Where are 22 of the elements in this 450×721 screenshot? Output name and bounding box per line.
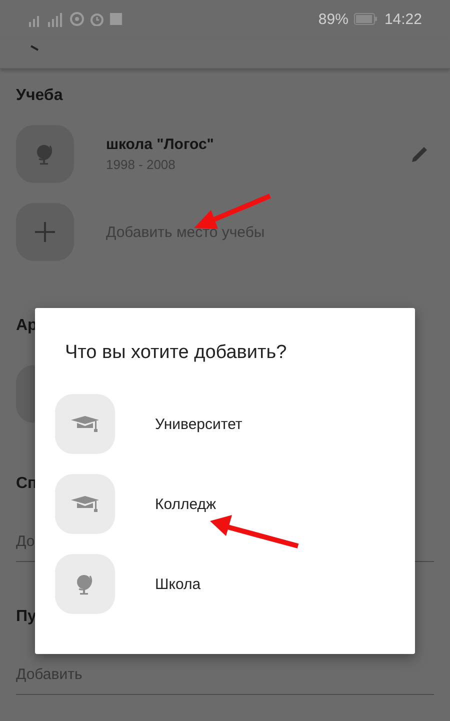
section-heading: Учеба: [16, 87, 63, 105]
plus-icon: [35, 222, 55, 242]
option-label[interactable]: Университет: [155, 416, 242, 432]
option-tile[interactable]: [55, 394, 115, 454]
battery-icon: [354, 13, 378, 25]
signal-icon: [47, 12, 64, 26]
dialog-title: Что вы хотите добавить?: [65, 342, 288, 364]
option-label[interactable]: Колледж: [155, 496, 216, 512]
school-name: школа "Логос": [106, 136, 215, 153]
add-tile[interactable]: [16, 203, 74, 261]
clock: 14:22: [384, 10, 422, 28]
option-tile[interactable]: [55, 554, 115, 614]
option-tile[interactable]: [55, 474, 115, 534]
graduation-cap-icon: [71, 494, 99, 514]
option-label[interactable]: Школа: [155, 576, 201, 592]
alarm-icon: [90, 12, 104, 26]
section-heading: Пу: [16, 608, 36, 626]
pencil-icon[interactable]: [410, 144, 430, 164]
battery-percent: 89%: [318, 10, 348, 28]
graduation-cap-icon: [71, 414, 99, 434]
notification-icon: [110, 13, 122, 25]
hotspot-icon: [70, 12, 84, 26]
